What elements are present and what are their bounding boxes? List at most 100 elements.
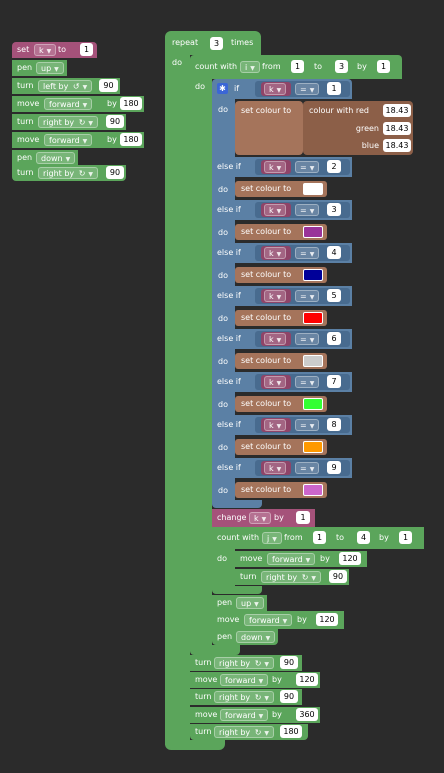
variable-dropdown-k[interactable]: k ▼ [249,512,272,524]
turn-right-block[interactable]: turn right by ↻ ▼ 180 [190,724,308,740]
turn-right-block[interactable]: turn right by ↻ ▼ 90 [190,655,302,671]
by-value-input[interactable]: 1 [399,531,412,544]
turn-left-block[interactable]: turn left by ↺ ▼ 90 [12,78,120,94]
set-colour-block[interactable]: set colour to [235,101,303,155]
move-direction-dropdown[interactable]: forward ▼ [244,614,293,626]
variable-k-block[interactable]: k ▼ [261,461,291,475]
compare-k-block[interactable]: k ▼ = ▼ 6 [255,331,350,347]
compare-value-input[interactable]: 1 [327,82,341,95]
set-colour-block[interactable]: set colour to [235,439,327,455]
by-value-input[interactable]: 1 [377,60,390,73]
turn-value-input[interactable]: 90 [280,656,298,669]
move-direction-dropdown[interactable]: forward ▼ [220,674,269,686]
turn-direction-dropdown[interactable]: left by ↺ ▼ [38,80,93,92]
turn-direction-dropdown[interactable]: right by ↻ ▼ [214,691,275,703]
green-value-input[interactable]: 18.43 [383,122,411,135]
change-value-input[interactable]: 1 [296,511,310,524]
move-value-input[interactable]: 120 [339,552,361,565]
pen-up-block[interactable]: pen up ▼ [12,60,67,76]
colour-swatch[interactable] [303,398,323,410]
compare-k-block[interactable]: k ▼ = ▼ 8 [255,417,350,433]
compare-k-block[interactable]: k ▼ = ▼ 3 [255,202,350,218]
compare-k-block[interactable]: k ▼ = ▼ 2 [255,159,350,175]
to-value-input[interactable]: 4 [357,531,370,544]
compare-value-input[interactable]: 8 [327,418,341,431]
move-value-input[interactable]: 120 [296,673,318,686]
colour-swatch[interactable] [303,441,323,453]
count-with-i-block[interactable]: count with i ▼ from 1 to 3 by 1 [190,55,402,79]
pen-down-block[interactable]: pen down ▼ [212,629,278,645]
variable-dropdown-k[interactable]: k ▼ [264,376,287,388]
set-colour-block[interactable]: set colour to [235,224,327,240]
variable-k-block[interactable]: k ▼ [261,375,291,389]
move-direction-dropdown[interactable]: forward ▼ [220,709,269,721]
turn-value-input[interactable]: 90 [329,570,347,583]
pen-up-block[interactable]: pen up ▼ [212,595,267,611]
turn-right-block[interactable]: turn right by ↻ ▼ 90 [190,689,302,705]
move-value-input[interactable]: 360 [296,708,318,721]
move-forward-block[interactable]: move forward ▼ by 120 [190,672,320,688]
move-forward-block[interactable]: move forward ▼ by 180 [12,96,144,112]
compare-k-block[interactable]: k ▼ = ▼ 4 [255,245,350,261]
set-k-block[interactable]: set k ▼ to 1 [12,42,97,58]
turn-right-block[interactable]: turn right by ↻ ▼ 90 [235,569,349,585]
move-forward-block[interactable]: move forward ▼ by 180 [12,132,144,148]
set-colour-block[interactable]: set colour to [235,396,327,412]
turn-direction-dropdown[interactable]: right by ↻ ▼ [38,116,99,128]
pen-state-dropdown[interactable]: down ▼ [236,631,276,643]
turn-value-input[interactable]: 90 [106,115,124,128]
variable-dropdown-k[interactable]: k ▼ [264,333,287,345]
compare-value-input[interactable]: 6 [327,332,341,345]
move-forward-block[interactable]: move forward ▼ by 360 [190,707,320,723]
variable-dropdown-k[interactable]: k ▼ [264,161,287,173]
red-value-input[interactable]: 18.43 [383,104,411,117]
set-value-input[interactable]: 1 [80,43,93,56]
colour-swatch[interactable] [303,312,323,324]
move-value-input[interactable]: 120 [316,613,338,626]
variable-dropdown-k[interactable]: k ▼ [264,204,287,216]
turn-direction-dropdown[interactable]: right by ↻ ▼ [261,571,322,583]
move-value-input[interactable]: 180 [120,97,142,110]
variable-k-block[interactable]: k ▼ [261,246,291,260]
move-direction-dropdown[interactable]: forward ▼ [44,98,93,110]
turn-right-block[interactable]: turn right by ↻ ▼ 90 [12,165,126,181]
compare-value-input[interactable]: 5 [327,289,341,302]
compare-k-block[interactable]: k ▼ = ▼ 1 [255,81,350,97]
compare-value-input[interactable]: 4 [327,246,341,259]
operator-dropdown[interactable]: = ▼ [295,161,320,173]
compare-value-input[interactable]: 7 [327,375,341,388]
move-forward-block[interactable]: move forward ▼ by 120 [212,611,344,629]
colour-swatch[interactable] [303,269,323,281]
variable-dropdown-k[interactable]: k ▼ [264,462,287,474]
variable-k-block[interactable]: k ▼ [261,418,291,432]
compare-value-input[interactable]: 3 [327,203,341,216]
from-value-input[interactable]: 1 [291,60,304,73]
variable-dropdown-k[interactable]: k ▼ [264,83,287,95]
colour-swatch[interactable] [303,183,323,195]
variable-k-block[interactable]: k ▼ [261,160,291,174]
operator-dropdown[interactable]: = ▼ [295,204,320,216]
move-forward-block[interactable]: move forward ▼ by 120 [235,551,367,567]
turn-value-input[interactable]: 180 [280,725,302,738]
turn-value-input[interactable]: 90 [280,690,298,703]
set-colour-block[interactable]: set colour to [235,267,327,283]
operator-dropdown[interactable]: = ▼ [295,290,320,302]
colour-swatch[interactable] [303,226,323,238]
gear-icon[interactable]: ✱ [217,83,228,94]
move-direction-dropdown[interactable]: forward ▼ [267,553,316,565]
turn-value-input[interactable]: 90 [106,166,124,179]
variable-dropdown-k[interactable]: k ▼ [264,419,287,431]
colour-swatch[interactable] [303,484,323,496]
compare-k-block[interactable]: k ▼ = ▼ 9 [255,460,350,476]
variable-dropdown-k[interactable]: k ▼ [264,290,287,302]
colour-with-rgb-block[interactable]: colour with red green blue 18.43 18.43 1… [303,101,413,155]
set-colour-block[interactable]: set colour to [235,181,327,197]
operator-dropdown[interactable]: = ▼ [295,462,320,474]
colour-swatch[interactable] [303,355,323,367]
operator-dropdown[interactable]: = ▼ [295,333,320,345]
blue-value-input[interactable]: 18.43 [383,139,411,152]
operator-dropdown[interactable]: = ▼ [295,247,320,259]
repeat-count-input[interactable]: 3 [210,37,223,50]
operator-dropdown[interactable]: = ▼ [295,419,320,431]
loop-variable-dropdown-j[interactable]: j ▼ [262,532,282,544]
